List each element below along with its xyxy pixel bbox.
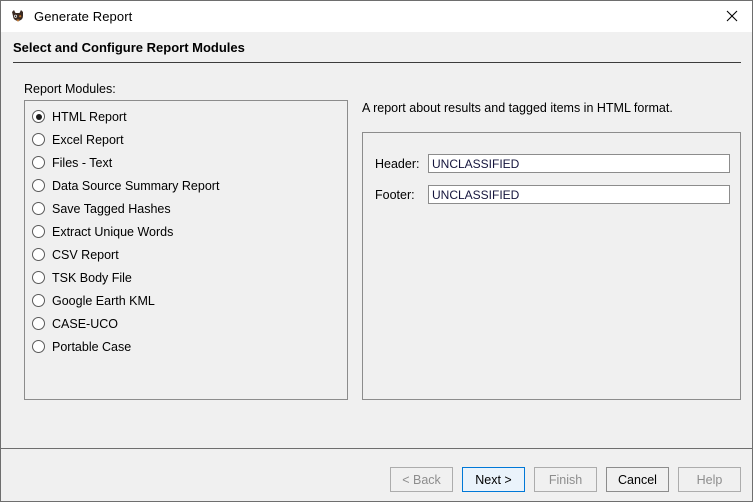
radio-icon[interactable] (32, 294, 45, 307)
help-button[interactable]: Help (678, 467, 741, 492)
header-divider (13, 62, 741, 63)
finish-button[interactable]: Finish (534, 467, 597, 492)
cancel-button[interactable]: Cancel (606, 467, 669, 492)
footer-label: Footer: (375, 188, 428, 202)
module-label: HTML Report (52, 110, 127, 124)
module-label: Excel Report (52, 133, 124, 147)
report-modules-label: Report Modules: (24, 82, 116, 96)
module-label: Data Source Summary Report (52, 179, 219, 193)
module-label: TSK Body File (52, 271, 132, 285)
module-label: Files - Text (52, 156, 112, 170)
footer-field-row: Footer: (375, 185, 730, 204)
radio-icon[interactable] (32, 271, 45, 284)
module-item-portable-case[interactable]: Portable Case (25, 335, 347, 358)
footer-input[interactable] (428, 185, 730, 204)
module-item-csv-report[interactable]: CSV Report (25, 243, 347, 266)
module-description: A report about results and tagged items … (362, 101, 673, 115)
module-item-tsk-body-file[interactable]: TSK Body File (25, 266, 347, 289)
module-item-extract-unique-words[interactable]: Extract Unique Words (25, 220, 347, 243)
module-label: Portable Case (52, 340, 131, 354)
module-item-excel-report[interactable]: Excel Report (25, 128, 347, 151)
module-item-case-uco[interactable]: CASE-UCO (25, 312, 347, 335)
title-bar: Generate Report (1, 1, 753, 32)
radio-icon[interactable] (32, 317, 45, 330)
module-item-files-text[interactable]: Files - Text (25, 151, 347, 174)
generate-report-dialog: Generate Report Select and Configure Rep… (0, 0, 753, 502)
module-label: Google Earth KML (52, 294, 155, 308)
radio-icon[interactable] (32, 133, 45, 146)
window-title: Generate Report (34, 9, 132, 24)
module-label: Extract Unique Words (52, 225, 173, 239)
module-item-html-report[interactable]: HTML Report (25, 105, 347, 128)
module-item-save-tagged-hashes[interactable]: Save Tagged Hashes (25, 197, 347, 220)
radio-icon[interactable] (32, 110, 45, 123)
module-item-data-source-summary-report[interactable]: Data Source Summary Report (25, 174, 347, 197)
header-input[interactable] (428, 154, 730, 173)
close-icon[interactable] (709, 1, 753, 31)
radio-icon[interactable] (32, 202, 45, 215)
next-button[interactable]: Next > (462, 467, 525, 492)
module-label: CSV Report (52, 248, 119, 262)
radio-icon[interactable] (32, 340, 45, 353)
step-header: Select and Configure Report Modules (1, 32, 753, 66)
report-modules-list[interactable]: HTML Report Excel Report Files - Text Da… (24, 100, 348, 400)
radio-icon[interactable] (32, 225, 45, 238)
module-item-google-earth-kml[interactable]: Google Earth KML (25, 289, 347, 312)
button-bar: < Back Next > Finish Cancel Help (1, 449, 753, 501)
header-label: Header: (375, 157, 428, 171)
radio-icon[interactable] (32, 179, 45, 192)
radio-icon[interactable] (32, 156, 45, 169)
module-config-panel: Header: Footer: (362, 132, 741, 400)
back-button[interactable]: < Back (390, 467, 453, 492)
autopsy-dog-icon (10, 9, 26, 25)
radio-icon[interactable] (32, 248, 45, 261)
module-label: CASE-UCO (52, 317, 118, 331)
header-field-row: Header: (375, 154, 730, 173)
page-title: Select and Configure Report Modules (13, 40, 245, 55)
module-label: Save Tagged Hashes (52, 202, 171, 216)
